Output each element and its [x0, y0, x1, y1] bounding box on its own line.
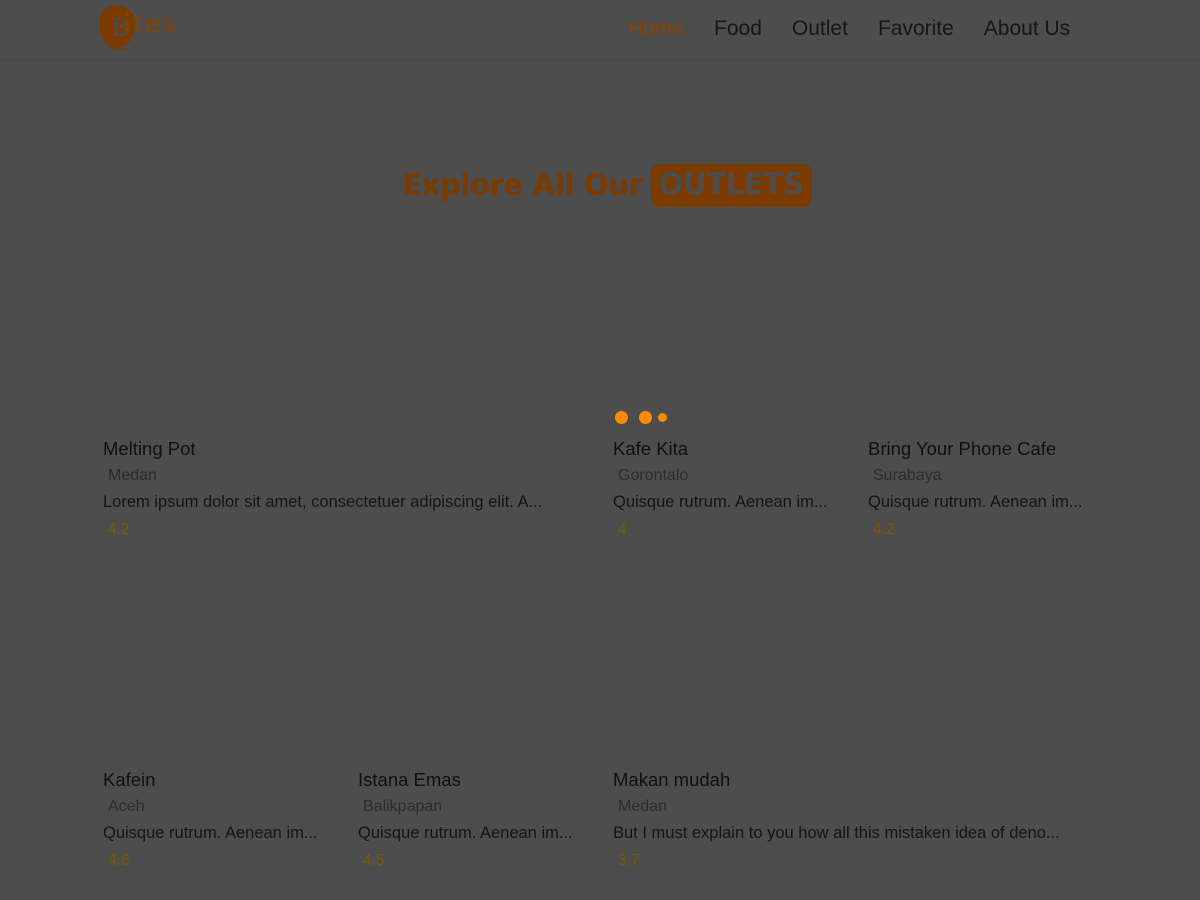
outlet-description: But I must explain to you how all this m…: [613, 824, 1060, 842]
outlet-city: Balikpapan: [363, 798, 443, 815]
outlet-description: Quisque rutrum. Aenean im...: [613, 493, 828, 511]
outlet-city: Surabaya: [873, 467, 942, 484]
outlet-card[interactable]: Kafein Aceh Quisque rutrum. Aenean im...…: [103, 769, 335, 870]
main-nav: Home Food Outlet Favorite About Us: [628, 17, 1070, 41]
outlet-description: Quisque rutrum. Aenean im...: [358, 824, 573, 842]
outlet-rating: 4.5: [363, 852, 385, 869]
outlet-description: Quisque rutrum. Aenean im...: [868, 493, 1083, 511]
outlet-city: Medan: [108, 467, 157, 484]
outlet-card[interactable]: Istana Emas Balikpapan Quisque rutrum. A…: [358, 769, 590, 870]
site-header: B ites Home Food Outlet Favorite About U…: [0, 0, 1200, 61]
outlet-city: Gorontalo: [618, 467, 689, 484]
outlet-name[interactable]: Kafe Kita: [613, 438, 845, 460]
outlet-name[interactable]: Bring Your Phone Cafe: [868, 438, 1100, 460]
loading-dots-icon: [613, 410, 673, 426]
outlet-name[interactable]: Istana Emas: [358, 769, 590, 791]
outlet-card[interactable]: Bring Your Phone Cafe Surabaya Quisque r…: [868, 438, 1100, 539]
page-heading: Explore All Our OUTLETS: [402, 160, 812, 210]
outlet-description: Lorem ipsum dolor sit amet, consectetuer…: [103, 493, 543, 511]
outlet-rating: 4.6: [108, 852, 130, 869]
outlet-card[interactable]: Makan mudah Medan But I must explain to …: [613, 769, 1097, 870]
outlet-city: Medan: [618, 798, 667, 815]
outlet-rating: 4.2: [108, 521, 130, 538]
outlet-rating: 3.7: [618, 852, 640, 869]
logo-text[interactable]: ites: [124, 9, 177, 38]
nav-favorite[interactable]: Favorite: [878, 17, 954, 41]
heading-title: Explore All Our: [402, 168, 643, 202]
heading-badge: OUTLETS: [650, 163, 812, 207]
nav-outlet[interactable]: Outlet: [792, 17, 848, 41]
outlet-description: Quisque rutrum. Aenean im...: [103, 824, 318, 842]
outlet-city: Aceh: [108, 798, 145, 815]
outlet-name[interactable]: Melting Pot: [103, 438, 583, 460]
outlet-name[interactable]: Kafein: [103, 769, 335, 791]
outlet-name[interactable]: Makan mudah: [613, 769, 1097, 791]
nav-home[interactable]: Home: [628, 17, 684, 41]
outlet-rating: 4: [618, 521, 627, 538]
nav-about-us[interactable]: About Us: [984, 17, 1070, 41]
nav-food[interactable]: Food: [714, 17, 762, 41]
outlet-card[interactable]: Kafe Kita Gorontalo Quisque rutrum. Aene…: [613, 438, 845, 539]
outlet-rating: 4.2: [873, 521, 895, 538]
outlet-card[interactable]: Melting Pot Medan Lorem ipsum dolor sit …: [103, 438, 583, 539]
